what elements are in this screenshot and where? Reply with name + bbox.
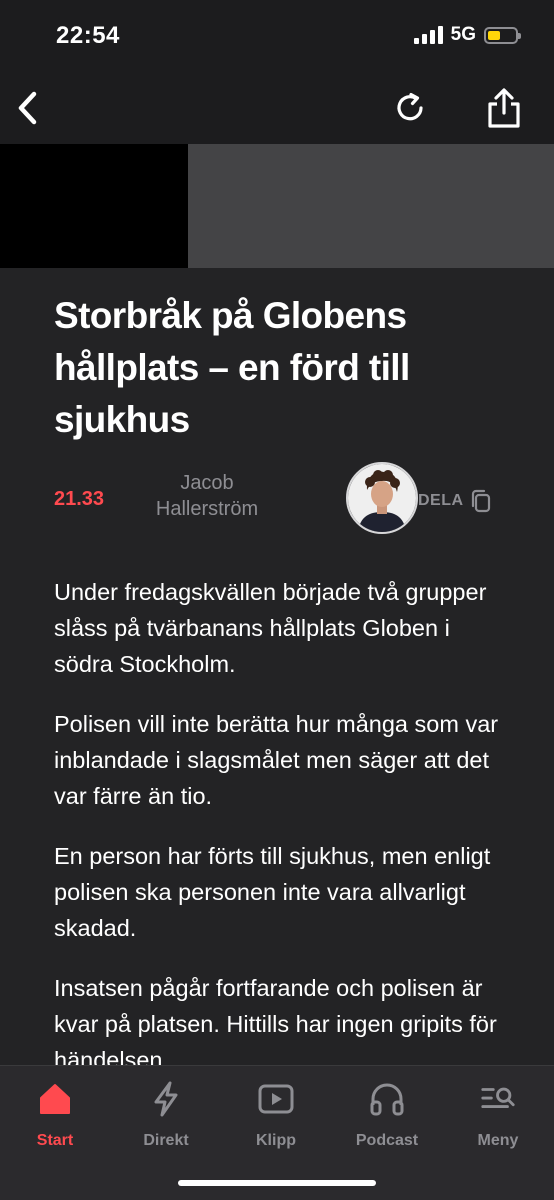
tab-label: Start <box>36 1132 74 1149</box>
tab-start[interactable]: Start <box>0 1080 110 1150</box>
tab-bar: Start Direkt Klipp Podcast Meny <box>0 1065 554 1200</box>
tab-label: Podcast <box>355 1132 419 1149</box>
tab-label: Meny <box>477 1132 519 1149</box>
home-indicator <box>178 1180 376 1186</box>
paragraph: Under fredagskvällen började två grupper… <box>54 579 487 677</box>
paragraph: Polisen vill inte berätta hur många som … <box>54 711 499 809</box>
video-frame <box>0 144 188 268</box>
author-photo <box>348 464 416 532</box>
lightning-icon <box>154 1081 178 1117</box>
article: Storbråk på Globens hållplats – en förd … <box>0 268 554 1200</box>
reload-icon <box>397 92 423 121</box>
tab-meny[interactable]: Meny <box>443 1080 553 1150</box>
back-button[interactable] <box>2 82 54 134</box>
network-type: 5G <box>450 24 476 45</box>
author-name[interactable]: Jacob Hallerström <box>132 470 282 522</box>
article-body: Under fredagskvällen började två grupper… <box>54 574 514 1102</box>
publish-time: 21.33 <box>54 488 105 510</box>
tab-klipp[interactable]: Klipp <box>221 1080 331 1150</box>
reload-button[interactable] <box>384 82 436 134</box>
author-avatar[interactable] <box>346 462 418 534</box>
share-icon <box>488 88 520 128</box>
signal-icon <box>413 26 443 44</box>
play-icon <box>258 1084 294 1114</box>
paragraph: Insatsen pågår fortfarande och polisen ä… <box>54 975 497 1073</box>
share-label: DELA <box>418 492 464 509</box>
battery-icon <box>484 26 521 44</box>
share-button[interactable] <box>478 82 530 134</box>
battery-level <box>488 30 500 40</box>
home-icon <box>40 1084 70 1114</box>
paragraph: En person har förts till sjukhus, men en… <box>54 843 491 941</box>
headphones-icon <box>370 1083 404 1116</box>
status-indicators: 5G <box>413 24 521 46</box>
article-image[interactable] <box>0 144 554 268</box>
nav-bar <box>0 72 554 144</box>
share-link-button[interactable]: DELA <box>418 488 492 514</box>
status-bar: 22:54 5G <box>0 0 554 72</box>
copy-icon <box>471 489 490 513</box>
status-time: 22:54 <box>56 22 120 49</box>
chevron-left-icon <box>18 91 37 125</box>
menu-search-icon <box>481 1087 515 1109</box>
tab-podcast[interactable]: Podcast <box>332 1080 442 1150</box>
tab-direkt[interactable]: Direkt <box>111 1080 221 1150</box>
tab-label: Klipp <box>256 1132 296 1149</box>
tab-label: Direkt <box>143 1132 189 1149</box>
article-headline: Storbråk på Globens hållplats – en förd … <box>54 295 410 440</box>
article-meta: 21.33 Jacob Hallerström DELA <box>54 462 514 542</box>
